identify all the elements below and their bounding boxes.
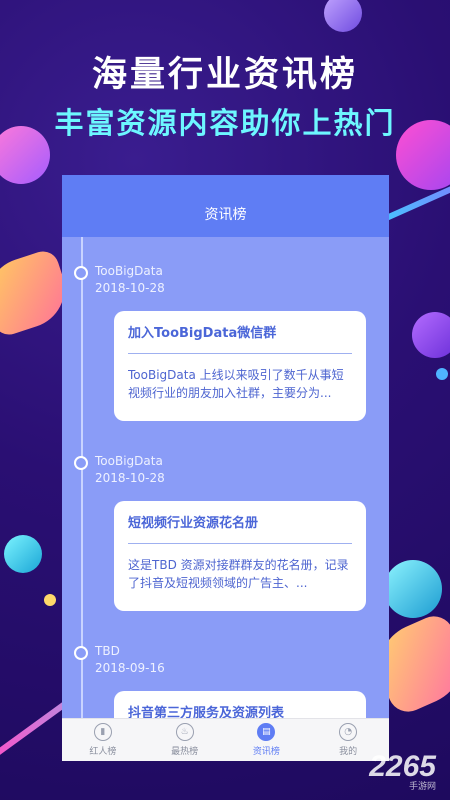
article-card[interactable]: 加入TooBigData微信群 TooBigData 上线以来吸引了数千从事短视…: [114, 311, 366, 421]
entry-source: TooBigData: [95, 264, 163, 278]
entry-date: 2018-10-28: [95, 471, 165, 485]
decor-circle: [4, 535, 42, 573]
timeline-dot-icon: [74, 456, 88, 470]
entry-meta: TooBigData 2018-10-28: [95, 263, 165, 297]
article-title: 短视频行业资源花名册: [128, 516, 259, 531]
entry-date: 2018-10-28: [95, 281, 165, 295]
user-icon: ◔: [339, 723, 358, 741]
promo-headline: 海量行业资讯榜: [91, 55, 358, 95]
flame-icon: ♨: [175, 723, 194, 741]
article-card[interactable]: 短视频行业资源花名册 这是TBD 资源对接群群友的花名册，记录了抖音及短视频领域…: [114, 501, 366, 611]
entry-meta: TooBigData 2018-10-28: [95, 453, 165, 487]
article-summary: 这是TBD 资源对接群群友的花名册，记录了抖音及短视频领域的广告主、...: [128, 558, 349, 590]
tab-bar: ▮ 红人榜 ♨ 最热榜 ▤ 资讯榜 ◔ 我的: [62, 718, 389, 761]
article-summary: TooBigData 上线以来吸引了数千从事短视频行业的朋友加入社群，主要分为.…: [128, 368, 344, 400]
tab-label: 我的: [339, 747, 358, 757]
promo-subheadline: 丰富资源内容助你上热门: [54, 106, 396, 140]
book-icon: ▤: [257, 723, 276, 741]
entry-source: TooBigData: [95, 454, 163, 468]
timeline-dot-icon: [74, 266, 88, 280]
chart-icon: ▮: [93, 723, 112, 741]
tab-hottest-rank[interactable]: ♨ 最热榜: [144, 719, 226, 761]
tab-label: 资讯榜: [252, 747, 280, 757]
page-title: 资讯榜: [204, 207, 247, 223]
decor-circle: [436, 368, 448, 380]
app-screen: 资讯榜 TooBigData 2018-10-28 加入TooBigData微信…: [62, 175, 389, 761]
tab-label: 最热榜: [171, 747, 199, 757]
entry-meta: TBD 2018-09-16: [95, 643, 165, 677]
timeline-dot-icon: [74, 646, 88, 660]
article-title: 加入TooBigData微信群: [128, 326, 277, 341]
decor-circle: [412, 312, 450, 358]
decor-circle: [384, 560, 442, 618]
decor-circle: [44, 594, 56, 606]
entry-date: 2018-09-16: [95, 661, 165, 675]
app-header: 资讯榜: [62, 175, 389, 237]
divider: [128, 543, 352, 544]
tab-influencer-rank[interactable]: ▮ 红人榜: [62, 719, 144, 761]
tab-news-rank[interactable]: ▤ 资讯榜: [226, 719, 308, 761]
tab-label: 红人榜: [89, 747, 117, 757]
decor-circle: [324, 0, 362, 32]
entry-source: TBD: [95, 644, 120, 658]
watermark-sub: 手游网: [408, 782, 436, 792]
divider: [128, 353, 352, 354]
